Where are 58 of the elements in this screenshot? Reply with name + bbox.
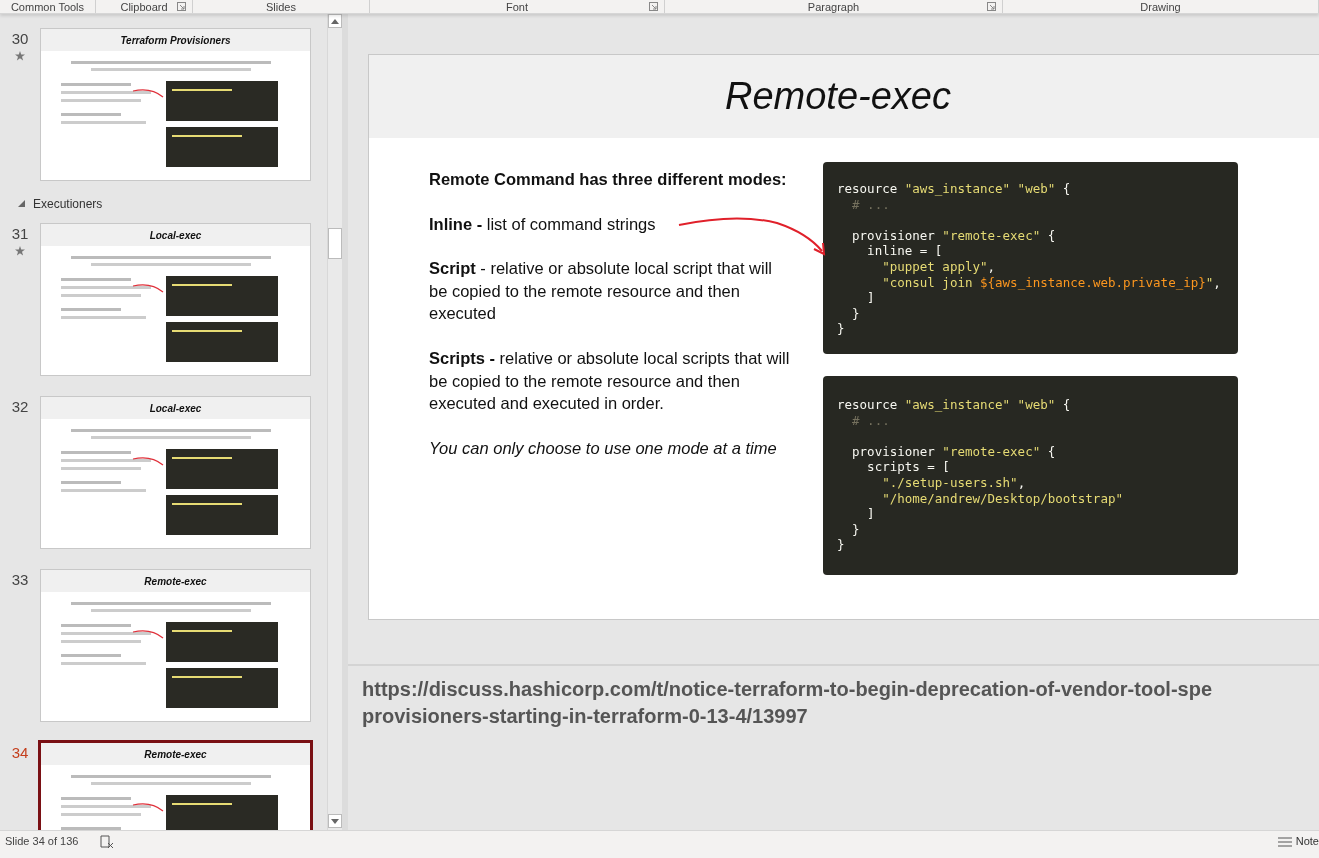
slide-number: 33 <box>11 570 29 590</box>
note-text: You can only choose to use one mode at a time <box>429 437 778 459</box>
code-line: "puppet apply", <box>881 258 997 275</box>
paragraph: Inline - list of command strings <box>429 213 657 235</box>
notes-text: provisioners-starting-in-terraform-0-13-4/13997 <box>362 704 809 729</box>
code-line: } <box>851 521 861 538</box>
group-label: Slides <box>266 0 296 13</box>
notes-button[interactable]: Note <box>1277 833 1319 850</box>
thumbnail-title: Local-exec <box>41 397 310 419</box>
code-line: } <box>837 537 846 553</box>
slide-thumbnail[interactable]: Remote-exec <box>40 569 311 722</box>
thumbnail-title: Remote-exec <box>41 743 310 765</box>
code-line: resource "aws_instance" "web" { <box>837 181 1072 197</box>
section-name[interactable]: Executioners <box>33 195 103 213</box>
slide-number: 34 <box>11 743 29 763</box>
slide-title: Remote-exec <box>369 55 1319 138</box>
code-line: scripts = [ <box>866 459 951 475</box>
up-arrow-icon <box>331 18 339 24</box>
group-label: Paragraph <box>807 0 860 13</box>
scroll-down-button[interactable] <box>328 814 342 828</box>
thumbnail-title: Terraform Provisioners <box>41 29 310 51</box>
code-line: ] <box>866 290 876 306</box>
slide-thumbnail[interactable]: Local-exec <box>40 223 311 376</box>
paragraph: Script - relative or absolute local script that will be copied to the remote resource and then executed <box>429 258 773 325</box>
down-arrow-icon <box>331 818 339 824</box>
notes-text: https://discuss.hashicorp.com/t/notice-terraform-to-begin-deprecation-of-vendor-tool-spe <box>362 677 1214 702</box>
code-line: "./setup-users.sh", <box>881 474 1027 491</box>
code-line: ] <box>866 506 876 522</box>
code-line: } <box>851 305 861 322</box>
paragraph: Scripts - relative or absolute local scripts that will be copied to the remote resource and then executed and executed in order. <box>429 347 791 415</box>
collapse-triangle-icon[interactable] <box>18 200 25 208</box>
code-line: provisioner "remote-exec" { <box>851 442 1057 460</box>
code-line: # ... <box>851 196 891 213</box>
code-line: inline = [ <box>866 243 944 259</box>
group-label: Drawing <box>1140 0 1181 13</box>
slide-indicator: Slide 34 of 136 <box>5 834 79 850</box>
code-line: provisioner "remote-exec" { <box>851 226 1057 244</box>
slide-thumbnail[interactable]: Terraform Provisioners <box>40 28 311 181</box>
slide-number: 31 <box>11 224 29 244</box>
slide-number: 30 <box>11 29 29 49</box>
thumbnail-title: Local-exec <box>41 224 310 246</box>
code-line: # ... <box>851 412 891 429</box>
group-label: Clipboard <box>120 0 168 13</box>
code-line: "consul join ${aws_instance.web.private_ip}", <box>881 274 1222 291</box>
scroll-up-button[interactable] <box>328 14 342 28</box>
spelling-check-icon[interactable] <box>100 834 115 849</box>
code-line: resource "aws_instance" "web" { <box>837 396 1072 413</box>
code-line: } <box>837 321 846 337</box>
thumbnail-title: Remote-exec <box>41 570 310 592</box>
notes-icon <box>1277 835 1292 848</box>
group-label: Common Tools <box>10 0 85 13</box>
slide-thumbnail[interactable]: Remote-exec <box>38 740 313 830</box>
code-line: "/home/andrew/Desktop/bootstrap" <box>881 490 1124 507</box>
group-label: Font <box>506 0 528 13</box>
scrollbar-thumb[interactable] <box>328 228 342 259</box>
slide-number: 32 <box>11 397 29 417</box>
heading-text: Remote Command has three different modes: <box>429 169 788 190</box>
slide-thumbnail[interactable]: Local-exec <box>40 396 311 549</box>
